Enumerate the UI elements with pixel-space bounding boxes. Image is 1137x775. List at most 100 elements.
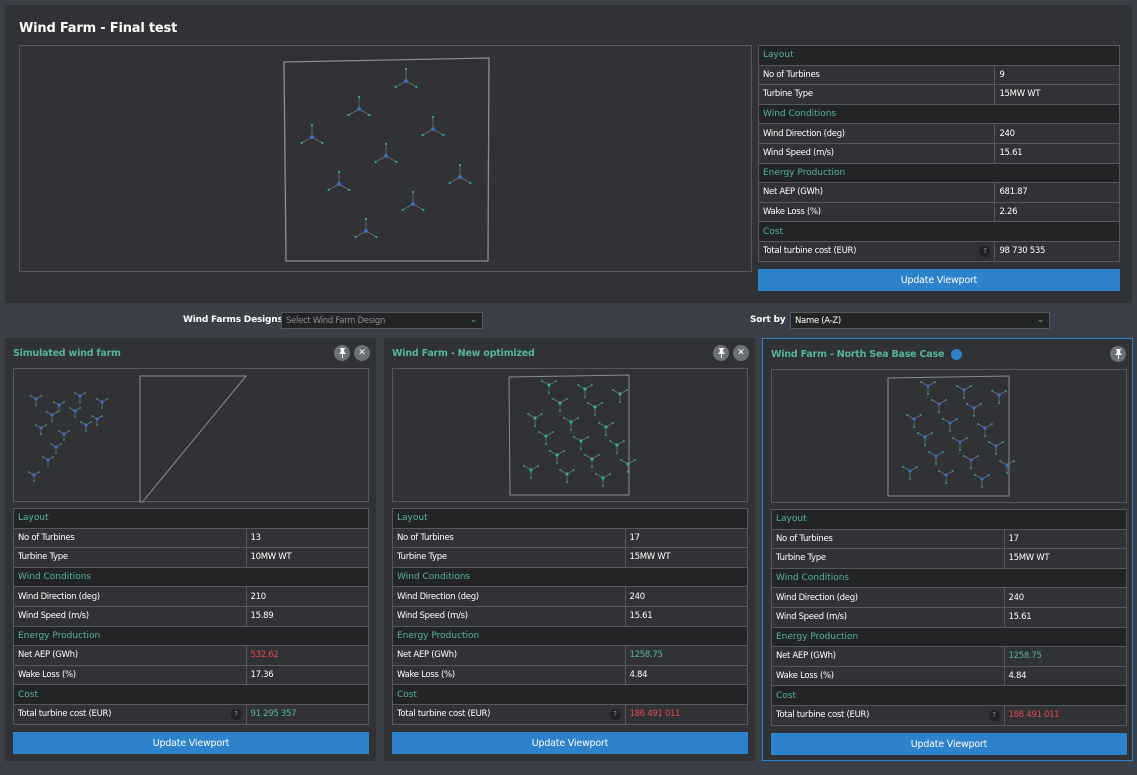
- design-select[interactable]: Select Wind Farm Design ⌄: [281, 312, 483, 329]
- turbine-type-value: 10MW WT: [245, 547, 370, 568]
- turbine-marker: [347, 95, 371, 117]
- layout-viewport[interactable]: [13, 368, 369, 507]
- turbine-marker: [587, 402, 603, 416]
- properties-table: Layout No of Turbines 13 Turbine Type 10MW…: [13, 508, 370, 725]
- pin-icon[interactable]: [713, 345, 729, 361]
- turbine-marker: [938, 470, 954, 484]
- update-viewport-button[interactable]: Update Viewport: [392, 732, 748, 754]
- layout-viewport[interactable]: [771, 369, 1127, 503]
- section-layout: Layout: [771, 509, 1127, 530]
- turbine-marker: [974, 474, 990, 488]
- table-row: Wake Loss (%) 4.84: [771, 665, 1128, 687]
- section-layout: Layout: [13, 508, 369, 529]
- turbine-marker: [95, 398, 109, 409]
- turbine-marker: [421, 115, 445, 137]
- turbine-marker: [327, 170, 351, 192]
- close-icon[interactable]: ✕: [733, 345, 749, 361]
- section-wind: Wind Conditions: [13, 566, 369, 588]
- net-aep-value: 681.87: [994, 182, 1120, 203]
- pin-icon[interactable]: [334, 345, 350, 361]
- turbine-marker: [559, 469, 575, 483]
- properties-table: Layout No of Turbines 17 Turbine Type 15MW…: [771, 509, 1128, 726]
- table-row: Wake Loss (%) 2.26: [757, 201, 1120, 223]
- turbine-marker: [977, 423, 993, 437]
- design-card[interactable]: Wind Farm - New optimized ✕ Layout No of…: [384, 338, 755, 761]
- wind-speed-value: 15.89: [245, 605, 370, 627]
- section-wind: Wind Conditions: [392, 566, 748, 588]
- turbine-marker: [448, 163, 472, 185]
- turbine-marker: [920, 381, 936, 395]
- turbine-cost-value: 98 730 535: [994, 240, 1120, 262]
- help-icon[interactable]: ?: [230, 708, 242, 720]
- wind-direction-value: 240: [1003, 587, 1128, 608]
- turbine-marker: [57, 430, 71, 441]
- turbine-marker: [942, 418, 958, 432]
- wake-loss-value: 4.84: [624, 664, 749, 686]
- turbine-marker: [906, 414, 922, 428]
- close-icon[interactable]: ✕: [354, 345, 370, 361]
- turbine-marker: [79, 421, 93, 432]
- section-energy: Energy Production: [771, 626, 1127, 648]
- turbine-marker: [538, 431, 554, 445]
- section-energy: Energy Production: [13, 625, 369, 647]
- chevron-down-icon: ⌄: [469, 315, 478, 325]
- design-card[interactable]: Wind Farm - North Sea Base Case Layout N…: [762, 338, 1133, 761]
- properties-table: Layout No of Turbines 17 Turbine Type 15MW…: [392, 508, 749, 725]
- table-row: Net AEP (GWh) 681.87: [757, 182, 1120, 203]
- update-viewport-button[interactable]: Update Viewport: [771, 733, 1127, 755]
- layout-canvas: [887, 375, 1015, 497]
- design-card[interactable]: Simulated wind farm ✕ Layout No of Turbi…: [5, 338, 376, 761]
- turbine-marker: [956, 385, 972, 399]
- table-row: Turbine Type 15MW WT: [771, 548, 1128, 569]
- table-row: Wind Speed (m/s) 15.89: [13, 605, 370, 627]
- turbine-marker: [999, 460, 1015, 474]
- help-icon[interactable]: ?: [988, 709, 1000, 721]
- wind-speed-value: 15.61: [994, 142, 1120, 164]
- turbine-marker: [374, 142, 398, 164]
- card-title: Simulated wind farm: [13, 348, 121, 359]
- section-energy: Energy Production: [392, 625, 748, 647]
- layout-canvas: [508, 374, 636, 496]
- layout-viewport[interactable]: [392, 368, 748, 502]
- chevron-down-icon: ⌄: [1036, 315, 1045, 325]
- pin-icon[interactable]: [1110, 346, 1126, 362]
- turbine-cost-value: 91 295 357: [245, 703, 370, 725]
- turbine-marker: [991, 390, 1007, 404]
- section-cost: Cost: [771, 685, 1127, 706]
- sort-label: Sort by: [750, 315, 786, 325]
- turbine-type-value: 15MW WT: [994, 84, 1120, 105]
- net-aep-value: 1258.75: [1003, 646, 1128, 667]
- table-row: Net AEP (GWh) 1258.75: [392, 645, 749, 666]
- help-icon[interactable]: ?: [979, 245, 991, 257]
- wake-loss-value: 2.26: [994, 201, 1120, 223]
- help-icon[interactable]: ?: [609, 708, 621, 720]
- turbine-marker: [523, 465, 539, 479]
- update-viewport-button[interactable]: Update Viewport: [758, 269, 1120, 291]
- turbine-marker: [966, 403, 982, 417]
- turbine-marker: [300, 123, 324, 145]
- designs-label: Wind Farms Designs: [183, 315, 283, 325]
- turbine-marker: [620, 459, 636, 473]
- wind-speed-value: 15.61: [1003, 606, 1128, 628]
- turbine-marker: [52, 401, 66, 412]
- sort-select[interactable]: Name (A-Z) ⌄: [790, 312, 1050, 329]
- table-row: Net AEP (GWh) 532.62: [13, 645, 370, 666]
- table-row: Wind Speed (m/s) 15.61: [757, 142, 1120, 164]
- wake-loss-value: 17.36: [245, 664, 370, 686]
- turbine-marker: [931, 399, 947, 413]
- layout-viewport[interactable]: [19, 45, 752, 272]
- status-dot-icon: [951, 349, 963, 360]
- properties-table: Layout No of Turbines 9 Turbine Type 15MW …: [757, 45, 1120, 262]
- turbine-marker: [68, 407, 82, 418]
- section-cost: Cost: [392, 684, 748, 705]
- turbine-marker: [29, 395, 43, 406]
- table-row: No of Turbines 13: [13, 527, 370, 549]
- table-row: No of Turbines 17: [392, 527, 749, 549]
- turbine-marker: [34, 424, 48, 435]
- table-row: Turbine Type 15MW WT: [392, 547, 749, 568]
- turbine-marker: [612, 389, 628, 403]
- table-row: Total turbine cost (EUR)? 186 491 011: [392, 703, 749, 725]
- turbine-marker: [609, 440, 625, 454]
- update-viewport-button[interactable]: Update Viewport: [13, 732, 369, 754]
- turbine-marker: [928, 451, 944, 465]
